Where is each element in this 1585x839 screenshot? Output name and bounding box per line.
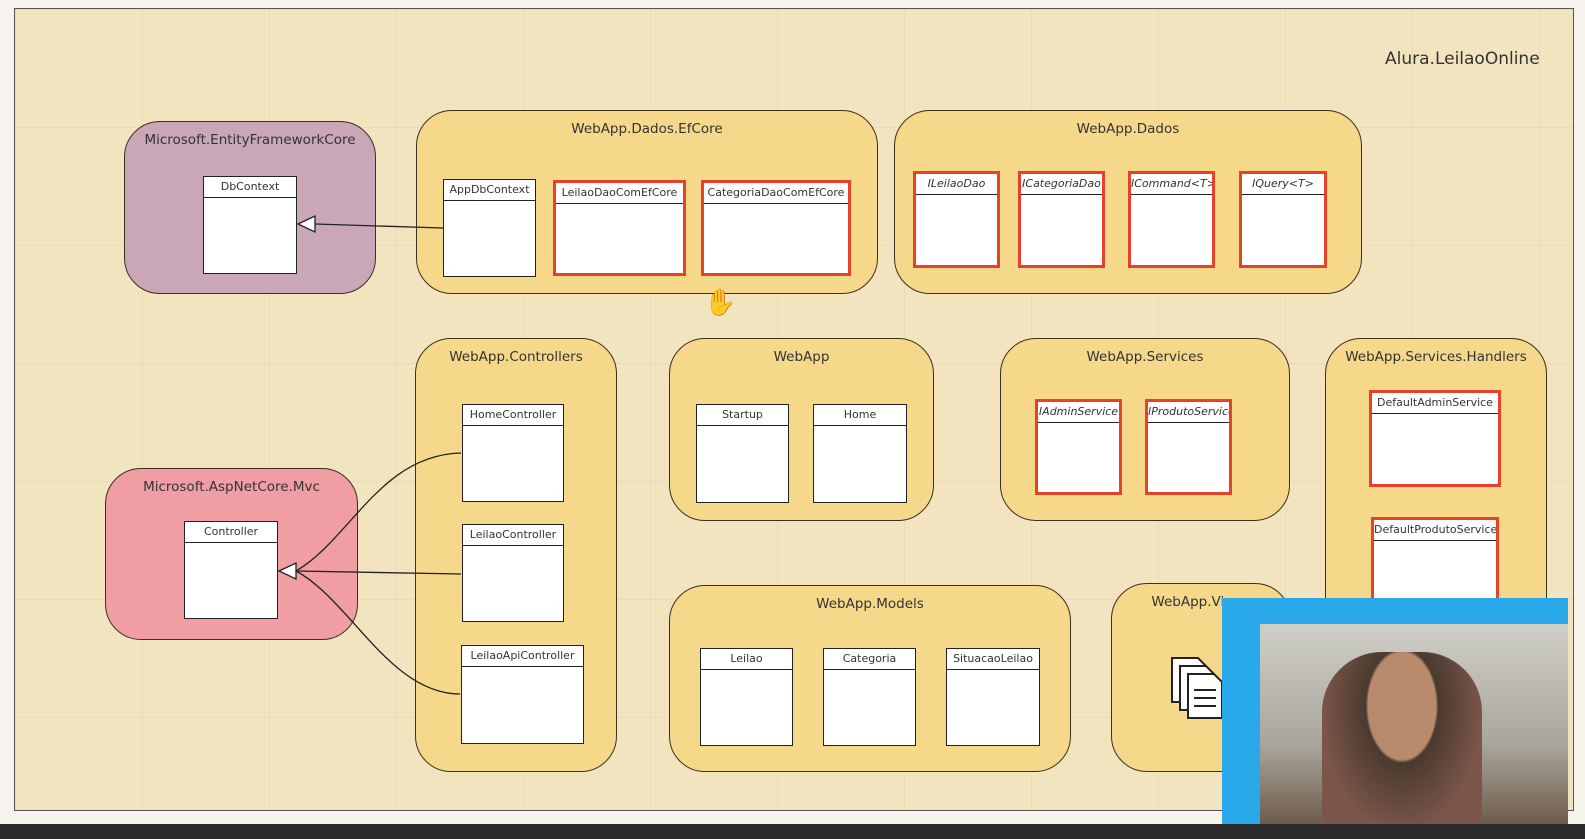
bottom-bar (0, 824, 1585, 839)
inheritance-arrow-leilaoapicontroller (295, 570, 461, 695)
inheritance-arrow-appdbcontext (314, 223, 444, 229)
hand-cursor-icon: ✋ (704, 288, 737, 318)
arrowhead-dbcontext (296, 214, 316, 234)
presenter-image (1322, 652, 1482, 832)
inheritance-arrow-homecontroller (295, 452, 462, 572)
arrowhead-controller (277, 561, 297, 581)
webcam-video (1260, 624, 1568, 832)
inheritance-arrow-leilaocontroller (295, 570, 462, 575)
webcam-overlay (1222, 598, 1568, 832)
